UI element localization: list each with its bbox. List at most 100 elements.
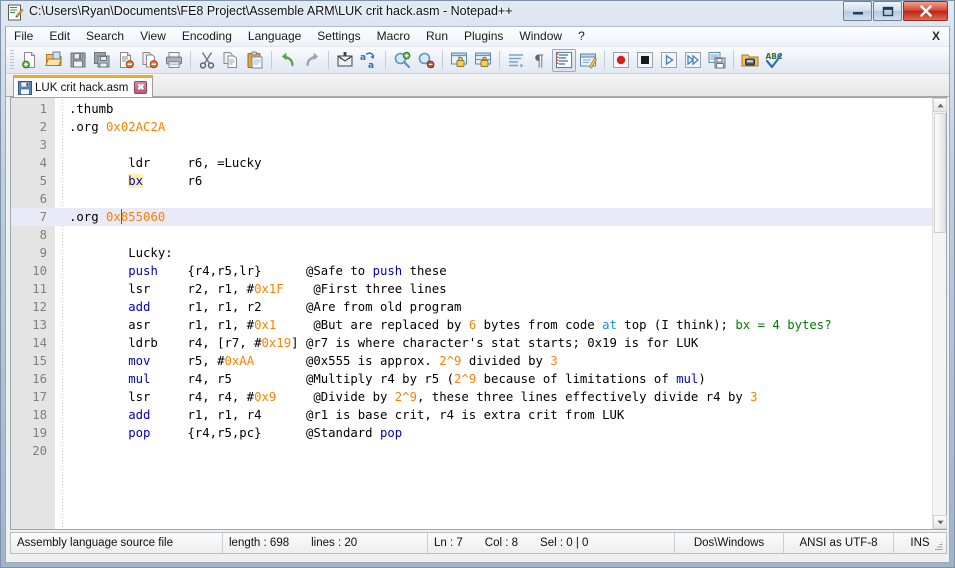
code-line[interactable]: 17 lsr r4, r4, #0x9 @Divide by 2^9, thes… (11, 388, 932, 406)
sync-vertical-scroll-button[interactable] (447, 49, 471, 72)
new-file-icon (22, 52, 35, 69)
close-file-button[interactable] (114, 49, 138, 72)
status-doc-type: Assembly language source file (11, 533, 223, 553)
redo-button[interactable] (300, 49, 324, 72)
status-encoding: ANSI as UTF-8 (784, 533, 894, 553)
menu-window[interactable]: Window (511, 27, 570, 46)
menu-search[interactable]: Search (78, 27, 132, 46)
macro-record-button[interactable] (609, 49, 633, 72)
code-line[interactable]: 7 .org 0x855060 (11, 208, 932, 226)
code-token: bx = 4 bytes? (735, 318, 832, 332)
macro-stop-button[interactable] (633, 49, 657, 72)
close-document-button[interactable]: X (932, 29, 940, 43)
zoom-out-button[interactable] (414, 49, 438, 72)
minimize-icon (852, 12, 863, 15)
code-token: lsr r2, r1, # (69, 282, 255, 296)
paste-button[interactable] (243, 49, 267, 72)
line-number: 16 (32, 372, 47, 386)
line-number: 7 (39, 210, 47, 224)
show-all-characters-button[interactable]: ¶ (528, 49, 552, 72)
menu-plugins[interactable]: Plugins (456, 27, 511, 46)
user-defined-dialog-icon (580, 53, 597, 69)
menu-settings[interactable]: Settings (309, 27, 368, 46)
scroll-up-arrow[interactable] (933, 98, 947, 112)
indent-guide-button[interactable] (552, 48, 576, 72)
code-line[interactable]: 16 mul r4, r5 @Multiply r4 by r5 (2^9 be… (11, 370, 932, 388)
word-wrap-button[interactable] (504, 49, 528, 72)
run-button[interactable] (738, 49, 762, 72)
menu-run[interactable]: Run (418, 27, 456, 46)
find-button[interactable] (333, 49, 357, 72)
code-line[interactable]: 3 (11, 136, 932, 154)
save-button[interactable] (66, 49, 90, 72)
code-line[interactable]: 15 mov r5, #0xAA @0x555 is approx. 2^9 d… (11, 352, 932, 370)
new-file-button[interactable] (18, 49, 42, 72)
code-line[interactable]: 10 push {r4,r5,lr} @Safe to push these (11, 262, 932, 280)
line-number: 15 (32, 354, 47, 368)
code-line[interactable]: 19 pop {r4,r5,pc} @Standard pop (11, 424, 932, 442)
code-token: r1, r1, r2 (150, 300, 306, 314)
macro-record-icon (613, 52, 629, 68)
code-token: mul (128, 372, 151, 386)
user-defined-dialog-button[interactable] (576, 49, 600, 72)
undo-button[interactable] (276, 49, 300, 72)
tab-luk-crit-hack-asm[interactable]: LUK crit hack.asm ✖ (13, 75, 154, 97)
code-token: .org (69, 210, 107, 224)
code-token: @Standard (305, 426, 380, 440)
menu-view[interactable]: View (132, 27, 174, 46)
tab-close-icon[interactable]: ✖ (134, 81, 148, 94)
scroll-down-arrow[interactable] (933, 515, 947, 529)
menu-file[interactable]: File (6, 27, 41, 46)
menu-help[interactable]: ? (570, 27, 593, 46)
minimize-button[interactable] (843, 1, 872, 21)
sync-horizontal-scroll-button[interactable] (471, 49, 495, 72)
close-all-files-button[interactable] (138, 49, 162, 72)
macro-play-button[interactable] (657, 49, 681, 72)
code-token: , these three lines effectively divide r… (417, 390, 751, 404)
copy-button[interactable] (219, 49, 243, 72)
code-line[interactable]: 2 .org 0x02AC2A (11, 118, 932, 136)
menu-edit[interactable]: Edit (41, 27, 78, 46)
print-button[interactable] (162, 49, 186, 72)
line-number: 4 (39, 156, 47, 170)
menu-macro[interactable]: Macro (369, 27, 418, 46)
code-line[interactable]: 20 (11, 442, 932, 460)
code-line[interactable]: 18 add r1, r1, r4 @r1 is base crit, r4 i… (11, 406, 932, 424)
text-caret (120, 209, 122, 224)
saved-file-icon (18, 80, 32, 95)
cut-button[interactable] (195, 49, 219, 72)
redo-icon (306, 52, 318, 67)
code-text: .org 0x02AC2A (69, 118, 165, 136)
scroll-thumb[interactable] (934, 113, 946, 233)
code-line[interactable]: 4 ldr r6, =Lucky (11, 154, 932, 172)
svg-text:a: a (360, 53, 366, 63)
code-token: 0x1 (254, 318, 277, 332)
code-line[interactable]: 12 add r1, r1, r2 @Are from old program (11, 298, 932, 316)
code-line[interactable]: 8 (11, 226, 932, 244)
line-number: 8 (39, 228, 47, 242)
macro-run-multiple-button[interactable] (681, 49, 705, 72)
menu-encoding[interactable]: Encoding (174, 27, 240, 46)
maximize-button[interactable] (873, 1, 902, 21)
macro-save-button[interactable] (705, 49, 729, 72)
editor-vertical-scrollbar[interactable] (932, 98, 947, 529)
code-line[interactable]: 13 asr r1, r1, #0x1 @But are replaced by… (11, 316, 932, 334)
resize-grip-icon[interactable] (932, 539, 944, 551)
save-all-button[interactable] (90, 49, 114, 72)
code-line[interactable]: 1 .thumb (11, 100, 932, 118)
toolbar-grip[interactable] (10, 50, 14, 70)
zoom-in-button[interactable] (390, 49, 414, 72)
line-number: 3 (39, 138, 47, 152)
menu-language[interactable]: Language (240, 27, 309, 46)
code-editor[interactable]: 1 .thumb 2 .org 0x02AC2A 3 4 ldr r6, =Lucky 5 … (11, 98, 932, 529)
close-button[interactable] (903, 1, 948, 21)
spellcheck-button[interactable]: ABC (762, 49, 786, 72)
code-line[interactable]: 14 ldrb r4, [r7, #0x19] @r7 is where cha… (11, 334, 932, 352)
replace-button[interactable]: a a (357, 49, 381, 72)
code-line[interactable]: 6 (11, 190, 932, 208)
code-line[interactable]: 5 bx r6 (11, 172, 932, 190)
open-file-button[interactable] (42, 49, 66, 72)
code-line[interactable]: 9 Lucky: (11, 244, 932, 262)
code-line[interactable]: 11 lsr r2, r1, #0x1F @First three lines (11, 280, 932, 298)
